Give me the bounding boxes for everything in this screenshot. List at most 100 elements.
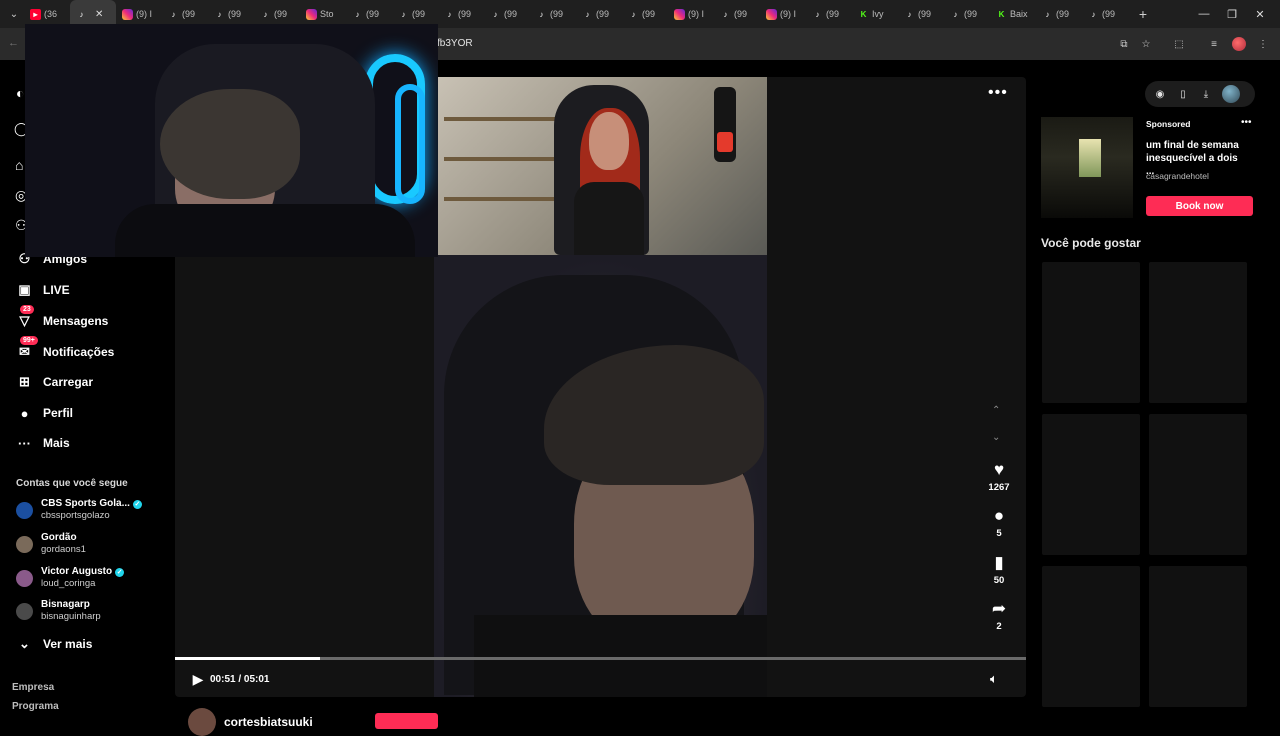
previous-video-icon[interactable]: ⌃	[992, 405, 1000, 416]
user-avatar[interactable]	[1222, 85, 1240, 103]
author-avatar[interactable]	[188, 708, 216, 736]
tab-title: (99	[412, 9, 426, 19]
address-url[interactable]: fb3YOR	[437, 38, 473, 49]
sidebar-item-label: Perfil	[43, 406, 74, 420]
browser-tab[interactable]: ♪ (99	[1036, 0, 1082, 28]
like-button[interactable]: ♥ 1267	[984, 460, 1014, 493]
share-button[interactable]: ➦ 2	[984, 599, 1014, 632]
media-control-icon[interactable]: ≡	[1207, 37, 1221, 51]
sponsored-ad[interactable]: Sponsored ••• um final de semana inesque…	[1041, 117, 1257, 218]
book-now-button[interactable]: Book now	[1146, 196, 1253, 216]
browser-tab[interactable]: ♪ (99	[530, 0, 576, 28]
tab-title: (36	[44, 9, 58, 19]
browser-tab[interactable]: ♪ (99	[1082, 0, 1128, 28]
browser-tab[interactable]: ♪ (99	[898, 0, 944, 28]
volume-icon[interactable]: 🔈︎	[990, 671, 998, 687]
author-name[interactable]: cortesbiatsuuki	[224, 715, 313, 729]
comment-button[interactable]: ● 5	[984, 506, 1014, 539]
see-more-button[interactable]: ⌄ Ver mais	[16, 633, 92, 655]
suggestion-thumbnail[interactable]	[1042, 566, 1140, 707]
video-more-options-icon[interactable]: •••	[988, 84, 1008, 102]
tab-title: (99	[458, 9, 472, 19]
suggestion-thumbnail[interactable]	[1149, 414, 1247, 555]
avatar[interactable]	[16, 569, 33, 587]
tiktok-icon: ♪	[539, 9, 544, 19]
progress-bar[interactable]	[175, 657, 1026, 660]
video-content[interactable]	[434, 77, 767, 697]
sidebar-item-profile[interactable]: ● Perfil	[16, 402, 73, 424]
tab-title: (99	[1102, 9, 1116, 19]
browser-tab[interactable]: (9) I	[668, 0, 714, 28]
browser-tab[interactable]: ♪ (99	[806, 0, 852, 28]
sidebar-item-more[interactable]: ··· Mais	[16, 432, 70, 454]
tab-title: (99	[504, 9, 518, 19]
play-icon[interactable]: ▶	[190, 671, 206, 687]
compass-icon[interactable]: ◉	[1153, 89, 1167, 100]
tiktok-icon: ♪	[217, 9, 222, 19]
suggestion-thumbnail[interactable]	[1149, 566, 1247, 707]
tab-title: (99	[274, 9, 288, 19]
video-main-cam	[434, 255, 767, 697]
ad-more-icon[interactable]: •••	[1241, 117, 1252, 128]
browser-tab[interactable]: ♪ (99	[944, 0, 990, 28]
tab-title: (99	[366, 9, 380, 19]
browser-tab[interactable]: ♪ (99	[576, 0, 622, 28]
ad-domain[interactable]: casagrandehotel	[1146, 171, 1209, 181]
tiktok-logo-icon[interactable]: ◐	[16, 85, 24, 101]
sidebar-item-live[interactable]: ▣ LIVE	[16, 279, 69, 301]
close-window-icon[interactable]: ✕	[1244, 0, 1276, 28]
see-more-label: Ver mais	[43, 637, 93, 651]
instagram-icon	[306, 8, 317, 20]
chrome-menu-icon[interactable]: ⋮	[1256, 37, 1270, 51]
following-heading: Contas que você segue	[16, 478, 128, 489]
avatar[interactable]	[16, 602, 33, 620]
followed-account[interactable]: Victor Augusto ✓ loud_coringa	[16, 566, 125, 590]
tiktok-icon: ♪	[631, 9, 636, 19]
tab-title: (99	[918, 9, 932, 19]
suggestion-thumbnail[interactable]	[1149, 262, 1247, 403]
browser-tab[interactable]: K Baix	[990, 0, 1036, 28]
browser-tab[interactable]: ♪ (99	[484, 0, 530, 28]
kick-icon: K	[860, 9, 867, 19]
ad-thumbnail[interactable]	[1041, 117, 1133, 218]
download-icon[interactable]: ⤓	[1199, 89, 1213, 100]
profile-avatar[interactable]	[1232, 37, 1246, 51]
save-button[interactable]: ▮ 50	[984, 553, 1014, 586]
cast-icon[interactable]: ⧉	[1117, 37, 1131, 51]
close-tab-icon[interactable]: ✕	[95, 9, 103, 20]
bookmark-star-icon[interactable]: ☆	[1139, 37, 1153, 51]
extensions-icon[interactable]: ⬚	[1172, 37, 1186, 51]
browser-tab[interactable]: ♪ (99	[714, 0, 760, 28]
followed-account[interactable]: Bisnagarp bisnaguinharp	[16, 599, 101, 623]
author-row[interactable]: cortesbiatsuuki	[188, 708, 313, 736]
account-handle: loud_coringa	[41, 578, 96, 589]
tiktok-icon: ♪	[815, 9, 820, 19]
next-video-icon[interactable]: ⌄	[992, 432, 1000, 443]
browser-tab[interactable]: ♪ (99	[438, 0, 484, 28]
footer-link-company[interactable]: Empresa	[12, 682, 54, 693]
sidebar-item-notifications[interactable]: ✉ 99+ Notificações	[16, 335, 115, 363]
sidebar-item-upload[interactable]: ⊞ Carregar	[16, 371, 93, 393]
browser-tab[interactable]: K Ivy	[852, 0, 898, 28]
page-scrollbar[interactable]	[1270, 60, 1280, 720]
browser-tab[interactable]: (9) I	[760, 0, 806, 28]
back-icon[interactable]: ←	[8, 37, 19, 49]
avatar[interactable]	[16, 501, 33, 519]
footer-link-program[interactable]: Programa	[12, 701, 59, 712]
account-handle: bisnaguinharp	[41, 611, 101, 622]
browser-tab[interactable]: ♪ (99	[622, 0, 668, 28]
suggestion-thumbnail[interactable]	[1042, 262, 1140, 403]
new-tab-icon[interactable]: +	[1134, 6, 1152, 22]
instagram-icon	[766, 8, 777, 20]
sidebar-item-messages[interactable]: ▽ 23 Mensagens	[16, 304, 108, 332]
followed-account[interactable]: Gordão gordaons1	[16, 532, 86, 556]
tab-search-icon[interactable]: ⌄	[4, 4, 24, 24]
phone-icon[interactable]: ▯	[1176, 89, 1190, 100]
home-icon[interactable]: ⌂	[15, 157, 23, 173]
follow-button[interactable]	[375, 713, 438, 729]
followed-account[interactable]: CBS Sports Gola... ✓ cbssportsgolazo	[16, 498, 142, 522]
sidebar-item-label: Notificações	[43, 345, 115, 359]
avatar[interactable]	[16, 535, 33, 553]
suggestion-thumbnail[interactable]	[1042, 414, 1140, 555]
notifications-icon: ✉ 99+	[16, 335, 38, 361]
